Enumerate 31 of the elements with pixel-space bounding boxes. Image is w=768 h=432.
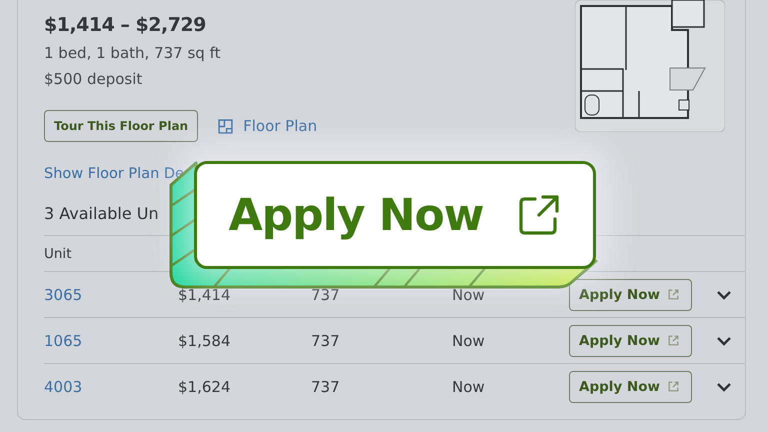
table-cell-text: Now	[452, 286, 486, 304]
table-cell-text: $1,584	[178, 332, 232, 350]
chevron-down-icon	[716, 290, 732, 300]
chevron-down-icon	[716, 382, 732, 392]
external-link-icon	[517, 193, 562, 237]
apply-now-button[interactable]: Apply Now	[569, 370, 692, 402]
apply-now-button[interactable]: Apply Now	[569, 324, 692, 356]
unit-link[interactable]: 4003	[44, 378, 178, 396]
deposit-text: $500 deposit	[44, 70, 144, 88]
floor-plan-icon	[218, 118, 234, 134]
floor-plan-link[interactable]: Floor Plan	[218, 117, 318, 135]
table-cell-text: Now	[452, 378, 486, 396]
column-header: Unit	[44, 246, 72, 262]
unit-link[interactable]: 1065	[44, 332, 178, 350]
external-link-icon	[666, 334, 680, 347]
external-link-icon	[666, 380, 680, 393]
table-cell-text: 737	[311, 332, 341, 350]
apply-now-button[interactable]: Apply Now	[569, 278, 692, 310]
external-link-icon	[666, 288, 680, 301]
tour-button[interactable]: Tour This Floor Plan	[44, 110, 198, 142]
table-cell-text: $1,624	[178, 378, 232, 396]
units-heading: 3 Available Un	[44, 204, 160, 223]
unit-details: 1 bed, 1 bath, 737 sq ft	[44, 44, 222, 62]
table-cell-text: $1,414	[178, 286, 232, 304]
table-cell-text: 737	[311, 378, 341, 396]
unit-link[interactable]: 3065	[44, 286, 178, 304]
apply-now-button[interactable]: Apply Now	[194, 161, 596, 269]
chevron-down-icon	[716, 336, 732, 346]
table-cell-text: 737	[311, 286, 341, 304]
price-range: $1,414 – $2,729	[44, 14, 207, 36]
table-cell-text: Now	[452, 332, 486, 350]
